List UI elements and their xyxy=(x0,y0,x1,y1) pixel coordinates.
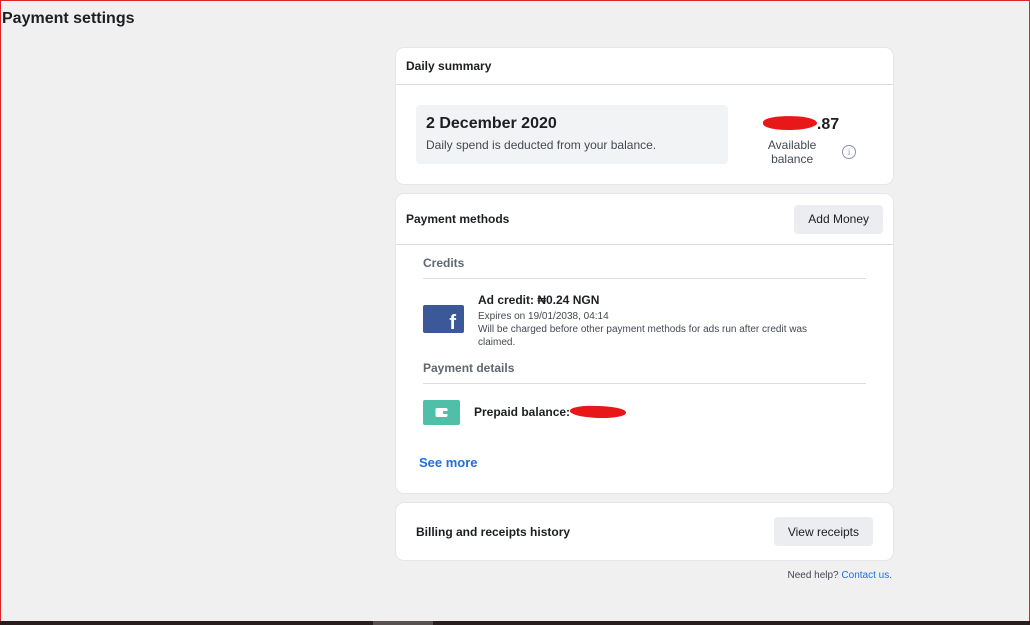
ad-credit-note: Will be charged before other payment met… xyxy=(478,324,808,348)
help-suffix: . xyxy=(889,570,892,581)
available-balance: .87 Available balance i xyxy=(746,115,856,166)
facebook-logo-icon: f xyxy=(423,305,464,333)
add-money-button[interactable]: Add Money xyxy=(794,204,883,234)
payment-methods-title: Payment methods xyxy=(406,212,510,226)
view-receipts-button[interactable]: View receipts xyxy=(773,517,873,546)
redaction-mark xyxy=(569,404,627,420)
balance-label-row: Available balance i xyxy=(746,138,856,166)
prepaid-balance: Prepaid balance: xyxy=(474,404,627,420)
daily-summary-card: Daily summary 2 December 2020 Daily spen… xyxy=(396,48,893,184)
billing-card: Billing and receipts history View receip… xyxy=(396,503,893,560)
balance-label: Available balance xyxy=(767,138,817,166)
wallet-icon xyxy=(423,400,460,425)
balance-amount-suffix: .87 xyxy=(816,116,840,133)
ad-credit-title: Ad credit: ₦0.24 NGN xyxy=(478,293,600,307)
wallet-glyph xyxy=(435,408,448,417)
help-text: Need help? Contact us. xyxy=(787,570,892,581)
summary-date: 2 December 2020 xyxy=(426,115,557,132)
payment-methods-header: Payment methods Add Money xyxy=(396,194,893,245)
ad-credit-item: Ad credit: ₦0.24 NGN Expires on 19/01/20… xyxy=(478,293,838,349)
credits-section-title: Credits xyxy=(423,256,866,279)
taskbar-strip xyxy=(0,621,1030,625)
info-icon[interactable]: i xyxy=(842,145,856,159)
page-title: Payment settings xyxy=(2,10,135,27)
redaction-mark xyxy=(762,115,818,131)
ad-credit-expiry: Expires on 19/01/2038, 04:14 xyxy=(478,311,609,322)
balance-amount: .87 xyxy=(746,115,856,134)
date-box: 2 December 2020 Daily spend is deducted … xyxy=(416,105,728,164)
see-more-link[interactable]: See more xyxy=(419,455,478,470)
prepaid-balance-label: Prepaid balance: xyxy=(474,405,571,419)
contact-us-link[interactable]: Contact us xyxy=(841,570,889,581)
help-prefix: Need help? xyxy=(787,570,839,581)
summary-description: Daily spend is deducted from your balanc… xyxy=(426,138,657,152)
payment-details-section-title: Payment details xyxy=(423,361,866,384)
billing-title: Billing and receipts history xyxy=(416,524,571,539)
daily-summary-header: Daily summary xyxy=(396,48,893,85)
payment-methods-card: Payment methods Add Money Credits f Ad c… xyxy=(396,194,893,493)
